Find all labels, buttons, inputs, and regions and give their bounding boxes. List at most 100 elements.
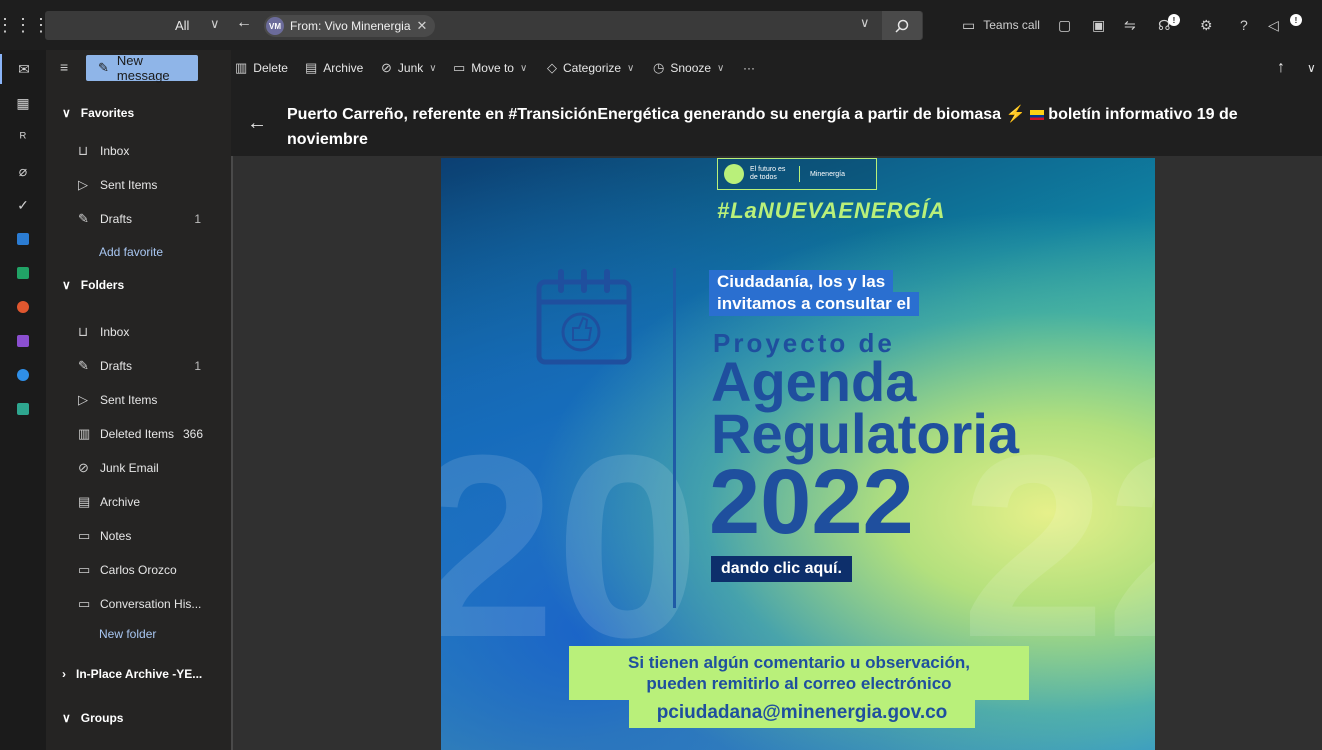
- snooze-button[interactable]: ◷ Snooze ∨: [653, 50, 724, 86]
- block-icon: ⊘: [78, 460, 89, 475]
- people-icon[interactable]: ᴿ: [0, 122, 46, 152]
- chevron-down-icon[interactable]: ∨: [210, 16, 220, 32]
- block-icon: ⊘: [381, 60, 392, 75]
- chevron-down-icon[interactable]: ∨: [1307, 50, 1316, 86]
- folder-item-archive[interactable]: ▤ Archive: [46, 487, 231, 517]
- minenergia-logo: El futuro es de todos Minenergía: [717, 158, 877, 190]
- folder-item-junk[interactable]: ⊘ Junk Email: [46, 453, 231, 483]
- folder-label: Sent Items: [100, 393, 158, 407]
- powerpoint-icon[interactable]: [0, 292, 46, 322]
- app-rail: ✉ ▦ ᴿ ⌀ ✓: [0, 50, 46, 750]
- click-here-link[interactable]: dando clic aquí.: [711, 556, 852, 582]
- archive-button[interactable]: ▤ Archive: [305, 50, 363, 86]
- folder-item-inbox[interactable]: ⊔ Inbox: [46, 317, 231, 347]
- gear-icon[interactable]: ⚙: [1200, 0, 1213, 50]
- top-bar: ⋮⋮⋮ All ∨ ← VM From: Vivo Minenergia ✕ ∨…: [0, 0, 1322, 50]
- onenote-icon[interactable]: [0, 326, 46, 356]
- paperclip-icon[interactable]: ⌀: [0, 156, 46, 186]
- delete-button[interactable]: ▥ Delete: [235, 50, 288, 86]
- move-to-label: Move to: [471, 61, 514, 75]
- help-icon[interactable]: ?: [1240, 0, 1248, 50]
- banner-email[interactable]: pciudadana@minenergia.gov.co: [629, 698, 975, 728]
- pencil-icon: ✎: [78, 211, 89, 226]
- add-favorite-link[interactable]: Add favorite: [99, 237, 163, 267]
- subject-text-line2: noviembre: [287, 131, 368, 148]
- banner-comment-note: Si tienen algún comentario u observación…: [569, 646, 1029, 700]
- checkmark-icon[interactable]: ✓: [0, 190, 46, 220]
- app-launcher-icon[interactable]: ⋮⋮⋮: [0, 0, 50, 50]
- folder-icon: ▭: [78, 562, 91, 577]
- to-do-icon[interactable]: ⇋: [1124, 0, 1136, 50]
- folder-move-icon: ▭: [453, 60, 466, 75]
- favorite-item-sent[interactable]: ▷ Sent Items: [46, 170, 231, 200]
- teams-call-label: Teams call: [983, 18, 1040, 32]
- junk-label: Junk: [397, 61, 424, 75]
- new-message-button[interactable]: ✎ New message: [86, 53, 198, 83]
- folders-heading[interactable]: ∨ Folders: [62, 270, 124, 300]
- subject-bar: ← Puerto Carreño, referente en #Transici…: [231, 86, 1322, 156]
- search-filter-chip[interactable]: VM From: Vivo Minenergia ✕: [264, 15, 436, 37]
- search-options-chevron-icon[interactable]: ∨: [860, 15, 870, 31]
- chat-icon[interactable]: ▢: [1058, 0, 1071, 50]
- folder-item-deleted[interactable]: ▥ Deleted Items 366: [46, 419, 231, 449]
- delete-label: Delete: [253, 61, 288, 75]
- mail-icon[interactable]: ✉: [0, 54, 46, 84]
- archive-icon: ▤: [305, 60, 318, 75]
- in-place-archive-heading[interactable]: › In-Place Archive -YE...: [62, 659, 202, 689]
- arrow-up-icon[interactable]: ↑: [1277, 50, 1285, 86]
- search-scope-dropdown[interactable]: All: [175, 18, 189, 33]
- favorite-item-inbox[interactable]: ⊔ Inbox: [46, 136, 231, 166]
- hamburger-menu-icon[interactable]: ≡: [60, 59, 68, 75]
- folder-item-notes[interactable]: ▭ Notes: [46, 521, 231, 551]
- folder-item-drafts[interactable]: ✎ Drafts 1: [46, 351, 231, 381]
- lightning-icon: ⚡: [1005, 106, 1026, 123]
- folder-label: Deleted Items: [100, 427, 175, 441]
- groups-heading[interactable]: ∨ Groups: [62, 703, 123, 733]
- colombia-flag-icon: [1029, 109, 1044, 120]
- chevron-down-icon: ∨: [519, 62, 528, 74]
- folder-item-sent[interactable]: ▷ Sent Items: [46, 385, 231, 415]
- favorites-heading[interactable]: ∨ Favorites: [62, 98, 134, 128]
- folder-item-conversation[interactable]: ▭ Conversation His...: [46, 589, 231, 619]
- word-icon[interactable]: [0, 224, 46, 254]
- command-bar: ▥ Delete ▤ Archive ⊘ Junk ∨ ▭ Move to ∨ …: [231, 50, 1322, 86]
- office-icon[interactable]: ▣: [1092, 0, 1105, 50]
- more-actions-button[interactable]: ···: [743, 50, 755, 86]
- tag-icon: ◇: [547, 60, 557, 75]
- favorite-item-drafts[interactable]: ✎ Drafts 1: [46, 204, 231, 234]
- excel-icon[interactable]: [0, 258, 46, 288]
- categorize-label: Categorize: [563, 61, 622, 75]
- teams-call-button[interactable]: ▭ Teams call: [962, 0, 1040, 50]
- yammer-icon[interactable]: [0, 360, 46, 390]
- categorize-button[interactable]: ◇ Categorize ∨: [547, 50, 634, 86]
- calendar-icon[interactable]: ▦: [0, 88, 46, 118]
- chevron-down-icon: ∨: [62, 106, 71, 120]
- inbox-icon: ⊔: [78, 324, 89, 339]
- calendar-icon: [536, 269, 632, 365]
- hashtag: #LaNUEVAENERGÍA: [717, 198, 946, 223]
- folders-label: Folders: [80, 278, 125, 292]
- search-icon: [895, 19, 909, 33]
- back-arrow-icon[interactable]: ←: [247, 112, 267, 135]
- banner-year: 2022: [709, 451, 914, 553]
- move-to-button[interactable]: ▭ Move to ∨: [453, 50, 527, 86]
- sway-icon[interactable]: [0, 394, 46, 424]
- junk-button[interactable]: ⊘ Junk ∨: [381, 50, 437, 86]
- chevron-down-icon: ∨: [717, 62, 725, 74]
- close-icon[interactable]: ✕: [417, 18, 428, 34]
- new-folder-link[interactable]: New folder: [99, 619, 156, 649]
- feedback-icon[interactable]: ☊: [1158, 0, 1170, 50]
- item-count: 366: [182, 427, 203, 441]
- back-arrow-icon[interactable]: ←: [236, 14, 252, 32]
- groups-label: Groups: [80, 711, 124, 725]
- newsletter-banner-image[interactable]: 20 22 El futuro es de todos Minenergía #…: [441, 158, 1155, 750]
- avatar: VM: [266, 17, 284, 35]
- folder-item-carlos[interactable]: ▭ Carlos Orozco: [46, 555, 231, 585]
- seal-icon: [724, 164, 744, 184]
- megaphone-icon[interactable]: ◁: [1268, 0, 1279, 50]
- send-icon: ▷: [78, 392, 88, 407]
- snooze-label: Snooze: [670, 61, 712, 75]
- compose-icon: ✎: [98, 60, 109, 75]
- trash-icon: ▥: [235, 60, 248, 75]
- search-button[interactable]: [882, 11, 922, 40]
